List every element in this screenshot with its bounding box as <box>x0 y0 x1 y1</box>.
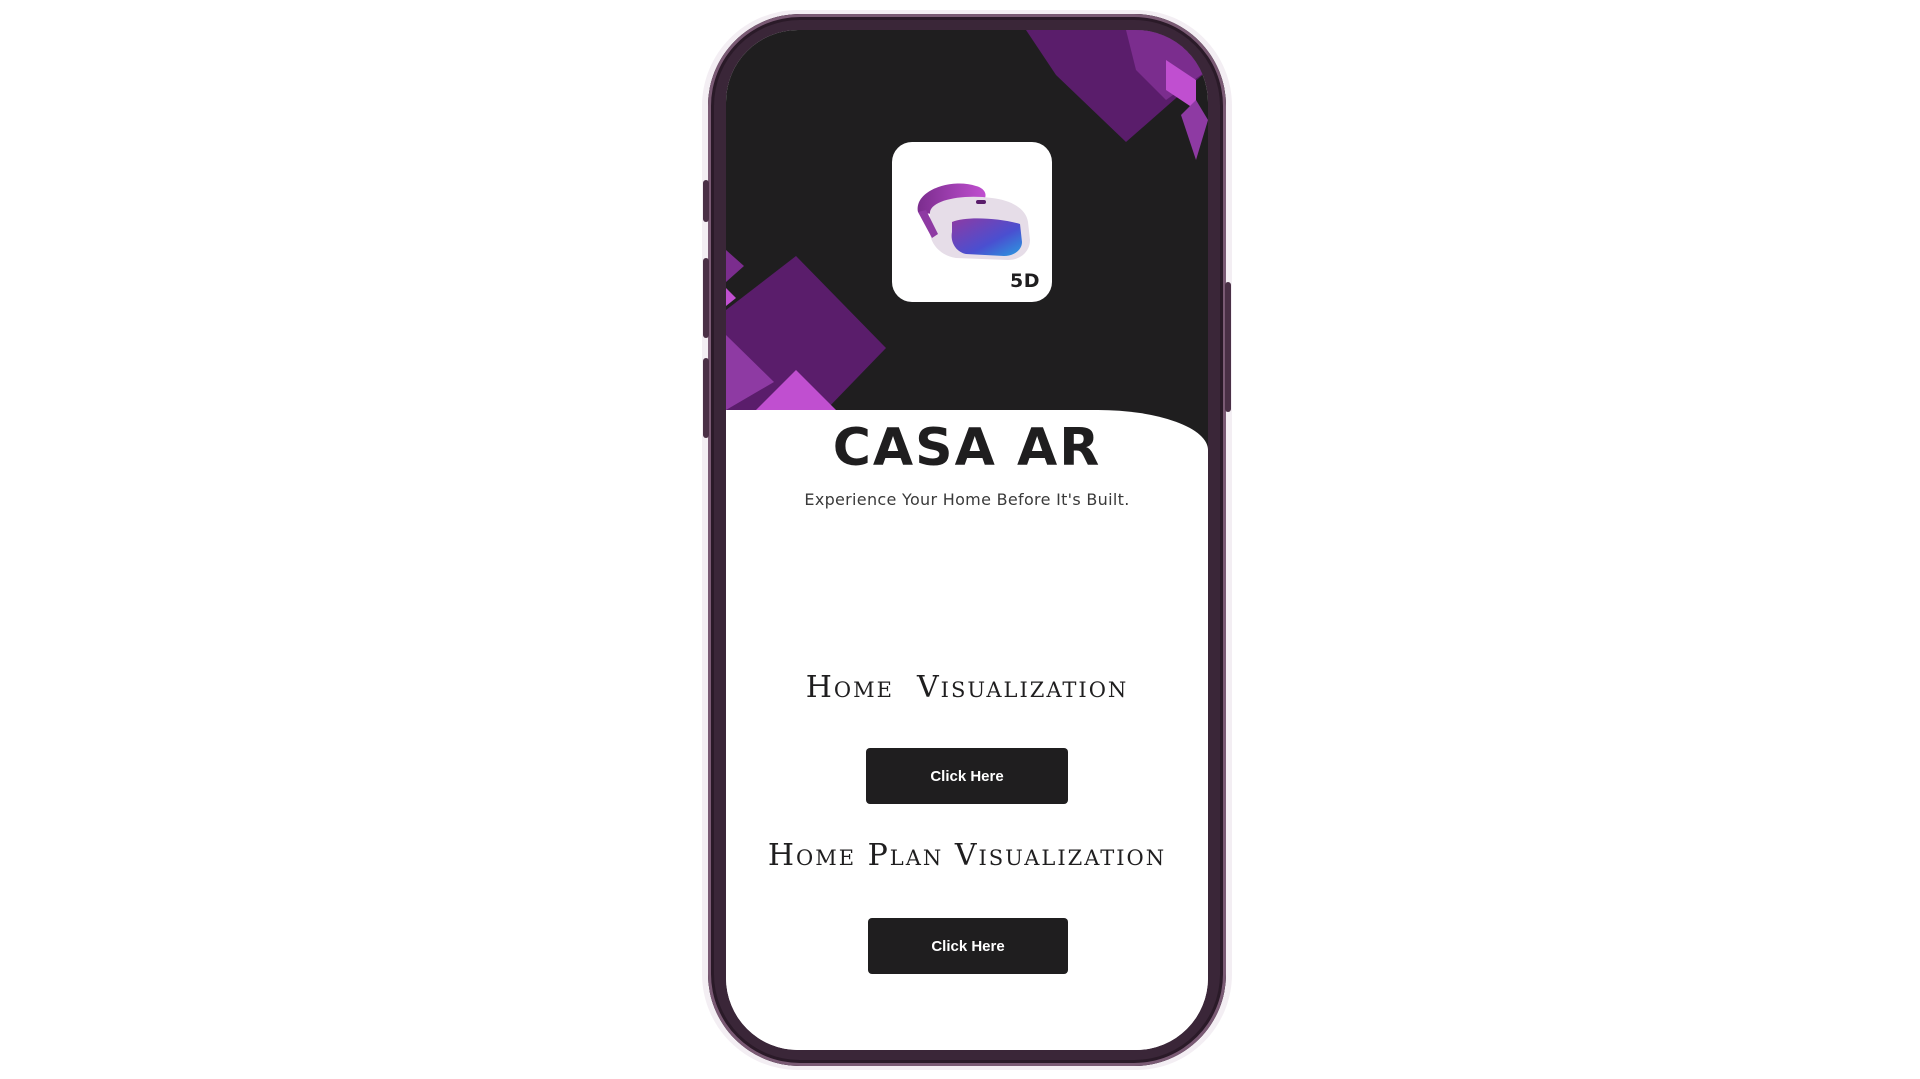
section-title-home-visualization: Home Visualization <box>805 670 1129 705</box>
stage: 5D CASA AR Experience Your Home Before I… <box>0 0 1920 1079</box>
app-logo: 5D <box>892 142 1052 302</box>
home-visualization-button[interactable]: Click Here <box>866 748 1068 804</box>
home-plan-visualization-button[interactable]: Click Here <box>868 918 1068 974</box>
phone-screen: 5D CASA AR Experience Your Home Before I… <box>726 30 1208 1050</box>
volume-up-button <box>703 258 709 338</box>
section-title-home-plan-visualization: Home Plan Visualization <box>767 838 1167 873</box>
app-tagline: Experience Your Home Before It's Built. <box>804 490 1130 509</box>
icon-badge: 5D <box>1010 270 1040 292</box>
app-title: CASA AR <box>832 418 1102 478</box>
volume-down-button <box>703 358 709 438</box>
mute-switch <box>703 180 709 222</box>
power-button <box>1225 282 1231 412</box>
